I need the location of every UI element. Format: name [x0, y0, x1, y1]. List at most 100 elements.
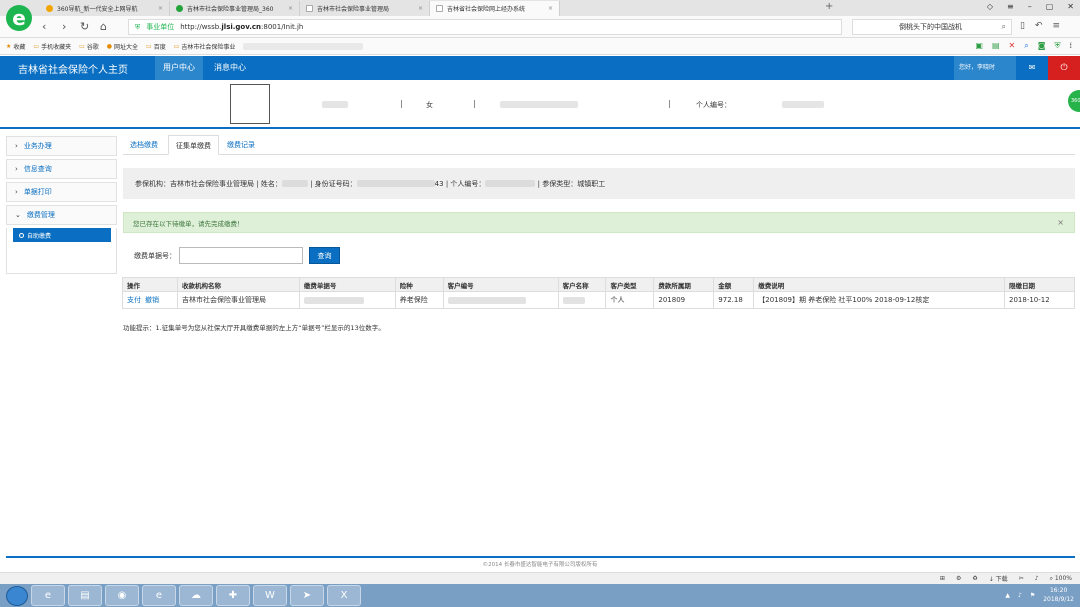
system-clock[interactable]: 16:20 2018/9/12 — [1043, 586, 1074, 604]
bookmark-directory[interactable]: ● 网址大全 — [107, 42, 138, 51]
browser-tab[interactable]: 360导航_新一代安全上网导航 × — [40, 1, 170, 16]
table-row: 支付 撤销 吉林市社会保险事业管理局 养老保险 个人 201809 972.18 … — [122, 291, 1075, 309]
extension-icon[interactable]: ▤ — [992, 41, 1000, 51]
skin-icon[interactable]: ◇ — [987, 2, 993, 11]
tablet-icon[interactable]: ▯ — [1020, 21, 1025, 31]
sidebar-submenu: 自助缴费 — [6, 228, 117, 274]
site-favicon-icon — [176, 5, 183, 12]
page-icon: ▭ — [173, 42, 180, 50]
bookmark-google[interactable]: ▭ 谷歌 — [79, 42, 99, 51]
accelerator-icon[interactable]: ⚙ — [956, 575, 961, 582]
page-favicon-icon — [436, 5, 443, 12]
taskbar-360-safe-icon[interactable]: ✚ — [216, 585, 250, 606]
browser-search-input[interactable]: 倒桃头下的中国战机 ⌕ — [852, 19, 1012, 35]
back-icon[interactable]: ‹ — [42, 20, 46, 33]
nav-message-center[interactable]: 消息中心 — [206, 56, 254, 80]
blurred-personal-no — [782, 101, 824, 108]
chevron-right-icon: › — [15, 142, 18, 150]
bookmark-baidu[interactable]: ▭ 百度 — [146, 42, 166, 51]
blurred-id — [500, 101, 578, 108]
sidebar-item-business[interactable]: › 业务办理 — [6, 136, 117, 156]
bookmark-mobile[interactable]: ▭ 手机收藏夹 — [33, 42, 71, 51]
taskbar-ie-icon[interactable]: e — [31, 585, 65, 606]
tab-payment-records[interactable]: 缴费记录 — [220, 135, 262, 155]
close-icon[interactable]: × — [158, 5, 163, 12]
download-button[interactable]: ↓ 下载 — [989, 574, 1008, 583]
sidebar-sub-self-payment[interactable]: 自助缴费 — [13, 228, 111, 242]
tray-network-icon[interactable]: ▲ — [1005, 592, 1010, 599]
forward-icon[interactable]: › — [62, 20, 66, 33]
browser-tab[interactable]: 吉林市社会保险事业管理局_360 × — [170, 1, 300, 16]
shield-extension-icon[interactable]: ⛨ — [1054, 41, 1060, 51]
new-tab-button[interactable]: + — [825, 1, 833, 12]
sound-icon[interactable]: ♪ — [1035, 575, 1039, 582]
search-extension-icon[interactable]: ⌕ — [1024, 41, 1028, 51]
speed-icon[interactable]: ⊞ — [940, 575, 945, 582]
query-button[interactable]: 查询 — [309, 247, 340, 264]
more-icon[interactable]: ≡ — [1053, 21, 1061, 31]
close-window-icon[interactable]: ✕ — [1067, 2, 1074, 11]
extension-icon[interactable]: ✕ — [1009, 41, 1016, 51]
chevron-right-icon: › — [15, 165, 18, 173]
function-tip: 功能提示：1.征集单号为您从社保大厅开具缴费单据的左上方“单据号”栏显示的13位… — [123, 324, 385, 332]
tab-bill-payment[interactable]: 征集单缴费 — [168, 135, 219, 155]
search-icon[interactable]: ⌕ — [1002, 22, 1006, 32]
taskbar-chrome-icon[interactable]: ◉ — [105, 585, 139, 606]
cancel-link[interactable]: 撤销 — [145, 296, 159, 304]
gamepad-icon[interactable]: ◙ — [1038, 41, 1046, 51]
site-header: 吉林省社会保险个人主页 用户中心 消息中心 您好，李晓时 ✉ ⏻ — [0, 56, 1080, 80]
taskbar-feishu-icon[interactable]: ➤ — [290, 585, 324, 606]
shield-icon: ⛨ — [135, 22, 141, 31]
bookmark-jilin[interactable]: ▭ 吉林市社会保险事业 — [174, 42, 236, 51]
tray-volume-icon[interactable]: ♪ — [1018, 592, 1022, 599]
screenshot-icon[interactable]: ✂ — [1019, 575, 1024, 582]
close-icon[interactable]: × — [288, 5, 293, 12]
chevron-right-icon: › — [15, 188, 18, 196]
taskbar-360-browser-icon[interactable]: e — [142, 585, 176, 606]
start-button[interactable] — [6, 585, 28, 606]
maximize-icon[interactable]: ▢ — [1046, 2, 1054, 11]
extension-icon[interactable]: ▣ — [975, 41, 983, 51]
nav-user-center[interactable]: 用户中心 — [155, 56, 203, 80]
bill-no-input[interactable] — [179, 247, 303, 264]
tab-strip: 360导航_新一代安全上网导航 × 吉林市社会保险事业管理局_360 × 吉林市社会… — [40, 1, 560, 16]
browser-tab-bar: 360导航_新一代安全上网导航 × 吉林市社会保险事业管理局_360 × 吉林市社会… — [0, 0, 1080, 16]
pay-link[interactable]: 支付 — [127, 296, 141, 304]
home-icon[interactable]: ⌂ — [100, 20, 107, 33]
extension-icons: ▣ ▤ ✕ ⌕ ◙ ⛨ ⁞ — [975, 41, 1072, 51]
undo-icon[interactable]: ↶ — [1035, 21, 1043, 31]
globe-icon: ● — [106, 42, 113, 50]
minimize-icon[interactable]: – — [1028, 2, 1032, 11]
browser-tab-active[interactable]: 吉林省社会保险网上经办系统 × — [430, 1, 560, 16]
close-icon[interactable]: × — [1057, 218, 1064, 227]
sidebar-item-query[interactable]: › 信息查询 — [6, 159, 117, 179]
reload-icon[interactable]: ↻ — [80, 20, 89, 33]
bookmark-favorites[interactable]: ★ 收藏 — [6, 42, 25, 51]
tray-flag-icon[interactable]: ⚑ — [1030, 592, 1035, 599]
zoom-icon[interactable]: ⌕ 100% — [1050, 575, 1072, 583]
sidebar-item-payment[interactable]: ⌄ 缴费管理 — [6, 205, 117, 225]
windows-taskbar: e ▤ ◉ e ☁ ✚ W ➤ X ▲ ♪ ⚑ 16:20 2018/9/12 — [0, 584, 1080, 607]
profile-strip: | 女 | | 个人编号： — [0, 80, 1080, 129]
envelope-icon[interactable]: ✉ — [1016, 56, 1048, 80]
browser-tab[interactable]: 吉林市社会保险事业管理局 × — [300, 1, 430, 16]
grid-icon[interactable]: ⁞ — [1069, 41, 1072, 51]
taskbar-wechat-icon[interactable]: ☁ — [179, 585, 213, 606]
menu-icon[interactable]: ≡ — [1007, 2, 1014, 11]
power-icon[interactable]: ⏻ — [1048, 56, 1080, 80]
url-input[interactable]: ⛨ 事业单位 http://wssb.jlsi.gov.cn:8001/Init… — [128, 19, 842, 35]
user-greeting[interactable]: 您好，李晓时 — [954, 56, 1016, 80]
taskbar-word-icon[interactable]: W — [253, 585, 287, 606]
close-icon[interactable]: × — [548, 5, 553, 12]
bill-no-label: 缴费单据号： — [134, 251, 176, 260]
sidebar-item-print[interactable]: › 单据打印 — [6, 182, 117, 202]
cleaner-icon[interactable]: ♻ — [972, 575, 977, 582]
site-title: 吉林省社会保险个人主页 — [18, 65, 128, 76]
taskbar-excel-icon[interactable]: X — [327, 585, 361, 606]
tab-select-payment[interactable]: 选档缴费 — [123, 135, 165, 155]
radio-dot-icon — [19, 232, 24, 238]
close-icon[interactable]: × — [418, 5, 423, 12]
table-header-row: 操作 收款机构名称 缴费单据号 险种 客户编号 客户名称 客户类型 费款所属期 … — [122, 277, 1075, 292]
taskbar-folder-icon[interactable]: ▤ — [68, 585, 102, 606]
360-browser-logo[interactable]: e — [6, 5, 32, 31]
